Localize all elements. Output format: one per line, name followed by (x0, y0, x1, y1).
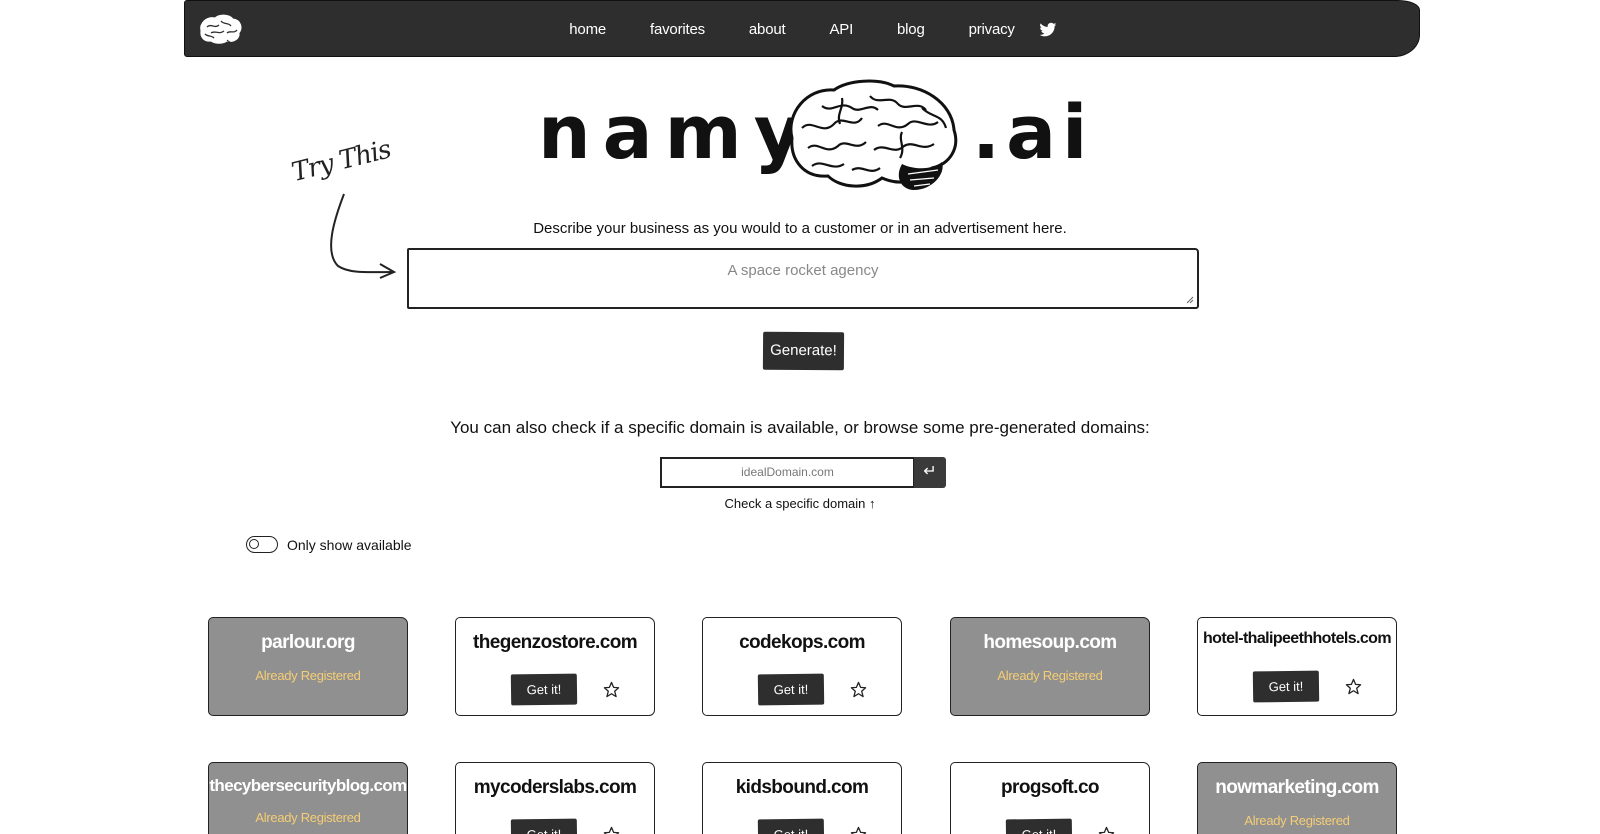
registered-status: Already Registered (1244, 813, 1350, 828)
domain-name: nowmarketing.com (1215, 777, 1379, 798)
domain-submit-button[interactable]: ↵ (914, 457, 946, 488)
get-it-button[interactable]: Get it! (510, 673, 577, 706)
registered-status: Already Registered (255, 668, 361, 683)
only-available-toggle[interactable] (246, 536, 278, 553)
domain-name: mycoderslabs.com (473, 777, 637, 798)
star-icon[interactable] (850, 826, 867, 834)
business-description-input[interactable]: A space rocket agency (407, 248, 1199, 309)
toggle-knob (249, 539, 259, 549)
domain-card-thecybersecurityblog: thecybersecurityblog.com Already Registe… (208, 762, 408, 834)
domain-card-hotel-thalipeethhotels: hotel-thalipeethhotels.com Get it! (1197, 617, 1397, 716)
domain-name: homesoup.com (983, 632, 1117, 653)
card-actions: Get it! (703, 818, 901, 834)
card-actions: Get it! (1198, 670, 1396, 703)
domain-card-progsoft: progsoft.co Get it! (950, 762, 1150, 834)
registered-status: Already Registered (255, 810, 361, 825)
twitter-icon[interactable] (1039, 22, 1057, 38)
curved-arrow-icon (330, 193, 397, 279)
get-it-button[interactable]: Get it! (1005, 818, 1072, 834)
domain-card-thegenzostore: thegenzostore.com Get it! (455, 617, 655, 716)
domain-name: thecybersecurityblog.com (209, 776, 407, 795)
domain-name: parlour.org (261, 632, 355, 653)
card-actions: Get it! (703, 673, 901, 706)
get-it-button[interactable]: Get it! (1252, 670, 1319, 703)
domain-name: kidsbound.com (735, 777, 869, 798)
domain-card-parlour: parlour.org Already Registered (208, 617, 408, 716)
star-icon[interactable] (603, 826, 620, 834)
nav-blog[interactable]: blog (875, 21, 947, 38)
nav-privacy[interactable]: privacy (947, 21, 1037, 38)
resize-handle-icon[interactable] (1185, 295, 1194, 304)
only-available-filter: Only show available (246, 536, 412, 553)
top-nav: home favorites about API blog privacy (184, 0, 1420, 57)
domain-card-kidsbound: kidsbound.com Get it! (702, 762, 902, 834)
get-it-button[interactable]: Get it! (757, 818, 824, 834)
domain-name: progsoft.co (1001, 777, 1100, 798)
nav-about[interactable]: about (727, 21, 808, 38)
card-actions: Get it! (456, 818, 654, 834)
domain-name: codekops.com (739, 632, 865, 653)
get-it-button[interactable]: Get it! (757, 673, 824, 706)
domain-search-placeholder: idealDomain.com (741, 465, 834, 479)
domain-card-mycoderslabs: mycoderslabs.com Get it! (455, 762, 655, 834)
generate-button[interactable]: Generate! (762, 331, 845, 371)
nav-home[interactable]: home (547, 21, 628, 38)
star-icon[interactable] (850, 681, 867, 698)
business-description-placeholder: A space rocket agency (727, 262, 879, 279)
domain-name: hotel-thalipeethhotels.com (1203, 630, 1392, 647)
card-actions: Get it! (951, 818, 1149, 834)
domain-card-nowmarketing: nowmarketing.com Already Registered (1197, 762, 1397, 834)
brain-icon (789, 79, 958, 190)
hero-logo-suffix: .ai (972, 90, 1094, 176)
nav-api[interactable]: API (807, 21, 875, 38)
only-available-label: Only show available (287, 536, 412, 553)
card-actions: Get it! (456, 673, 654, 706)
generator-description: Describe your business as you would to a… (533, 220, 1067, 237)
star-icon[interactable] (1098, 826, 1115, 834)
try-this-annotation: Try This (288, 134, 394, 188)
domain-search-input[interactable]: idealDomain.com (660, 457, 915, 488)
get-it-button[interactable]: Get it! (510, 818, 577, 834)
domain-check-prompt: You can also check if a specific domain … (450, 418, 1150, 437)
registered-status: Already Registered (997, 668, 1103, 683)
domain-check-caption: Check a specific domain ↑ (724, 496, 876, 511)
domain-card-codekops: codekops.com Get it! (702, 617, 902, 716)
enter-icon: ↵ (923, 463, 937, 480)
nav-favorites[interactable]: favorites (628, 21, 727, 38)
star-icon[interactable] (603, 681, 620, 698)
domain-name: thegenzostore.com (473, 632, 638, 653)
hero-logo-text: namy (538, 90, 814, 176)
nav-links: home favorites about API blog privacy (185, 1, 1419, 58)
domain-card-homesoup: homesoup.com Already Registered (950, 617, 1150, 716)
star-icon[interactable] (1345, 678, 1362, 695)
